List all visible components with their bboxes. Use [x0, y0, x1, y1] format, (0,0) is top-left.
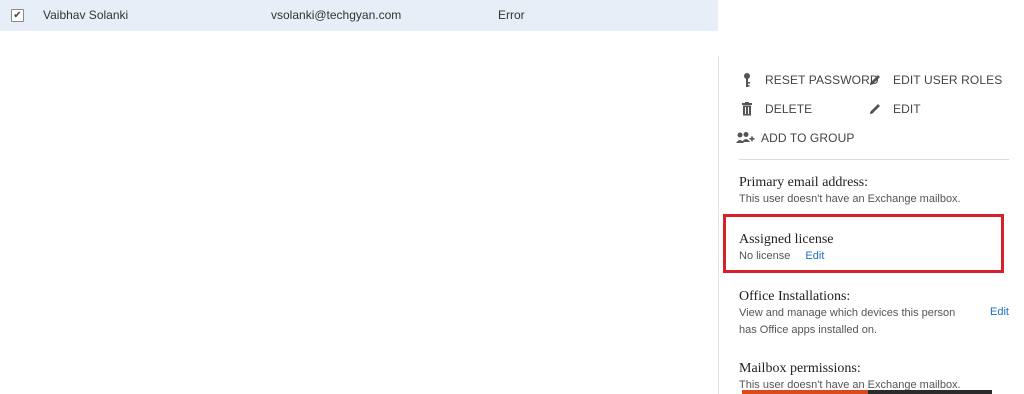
delete-action[interactable]: DELETE: [739, 101, 812, 117]
primary-email-section: Primary email address: This user doesn't…: [739, 175, 1019, 208]
user-name-cell: Vaibhav Solanki: [43, 8, 129, 22]
office-installations-text-line1: View and manage which devices this perso…: [739, 307, 956, 319]
office-installations-edit-link[interactable]: Edit: [990, 306, 1009, 318]
office-installations-section: Office Installations: View and manage wh…: [739, 289, 1019, 339]
user-table-row[interactable]: ✔ Vaibhav Solanki vsolanki@techgyan.com …: [0, 0, 718, 31]
delete-label: DELETE: [765, 102, 813, 116]
primary-email-text: This user doesn't have an Exchange mailb…: [739, 193, 961, 205]
reset-password-label: RESET PASSWORD: [765, 73, 879, 87]
user-email-cell: vsolanki@techgyan.com: [271, 8, 402, 22]
user-status-cell: Error: [498, 8, 525, 22]
actions-divider: [739, 159, 1009, 160]
bottom-bar-accent: [742, 390, 868, 394]
assigned-license-highlight-box: [723, 214, 1004, 273]
office-installations-title: Office Installations:: [739, 289, 851, 304]
pencil-icon: [867, 101, 883, 117]
primary-email-title: Primary email address:: [739, 175, 869, 190]
row-checkbox[interactable]: ✔: [11, 9, 24, 22]
pencil-icon: [867, 72, 883, 88]
edit-user-roles-label: EDIT USER ROLES: [893, 73, 1003, 87]
add-to-group-label: ADD TO GROUP: [761, 131, 855, 145]
reset-password-action[interactable]: RESET PASSWORD: [739, 72, 879, 88]
key-icon: [739, 72, 755, 88]
edit-user-roles-action[interactable]: EDIT USER ROLES: [867, 72, 1002, 88]
bottom-action-bar: [742, 390, 992, 394]
office-installations-text-line2: has Office apps installed on.: [739, 324, 877, 336]
add-to-group-action[interactable]: ADD TO GROUP: [735, 130, 854, 146]
add-group-icon: [735, 130, 755, 146]
mailbox-permissions-title: Mailbox permissions:: [739, 361, 861, 376]
edit-action[interactable]: EDIT: [867, 101, 921, 117]
trash-icon: [739, 101, 755, 117]
edit-label: EDIT: [893, 102, 921, 116]
